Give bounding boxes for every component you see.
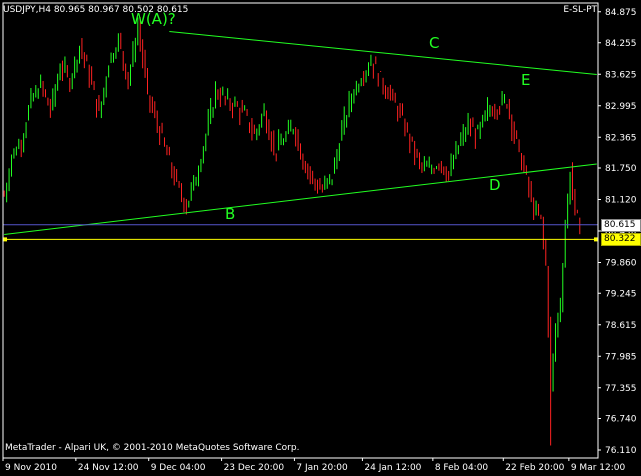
y-tick-label: 82.995 (605, 102, 637, 112)
wave-label-c: C (429, 34, 440, 52)
y-tick-label: 81.120 (605, 196, 637, 206)
x-tick-label: 22 Feb 20:00 (505, 463, 564, 473)
y-tick-label: 83.625 (605, 70, 637, 80)
wave-label-d: D (489, 176, 501, 194)
x-tick-label: 24 Jan 12:00 (364, 463, 421, 473)
x-tick-label: 8 Feb 04:00 (435, 463, 489, 473)
y-tick-label: 78.615 (605, 321, 637, 331)
wave-label-b: B (225, 205, 236, 223)
wave-label-wa: W(A)? (131, 10, 176, 28)
x-tick-label: 7 Jan 20:00 (296, 463, 348, 473)
y-tick-label: 82.365 (605, 133, 637, 143)
y-tick-label: 84.255 (605, 39, 637, 49)
y-tick-label: 79.860 (605, 259, 637, 269)
level-anchor-right (594, 237, 598, 242)
level-anchor-left (3, 237, 7, 242)
price-chart[interactable]: 84.875 84.255 83.625 82.995 82.365 81.750 81.1… (0, 0, 641, 476)
x-tick-label: 9 Mar 12:00 (571, 463, 626, 473)
wave-label-e: E (521, 71, 531, 89)
y-tick-label: 84.875 (605, 8, 637, 18)
copyright-text: MetaTrader - Alpari UK, © 2001-2010 Meta… (5, 443, 300, 453)
y-tick-label: 81.750 (605, 164, 637, 174)
axis-layer: 84.875 84.255 83.625 82.995 82.365 81.750 81.1… (2, 2, 637, 473)
y-tick-label: 76.740 (605, 415, 637, 425)
y-tick-label: 77.355 (605, 384, 637, 394)
y-tick-label: 77.985 (605, 352, 637, 362)
current-price-tag: 80.615 (601, 218, 641, 232)
x-tick-label: 9 Dec 04:00 (151, 463, 206, 473)
trendlines-layer (3, 31, 598, 242)
trendline (169, 31, 597, 75)
level-price-tag[interactable]: 80.322 (601, 233, 641, 247)
y-tick-label: 79.245 (605, 289, 637, 299)
indicator-label: E-SL-PT (563, 5, 597, 15)
candles-layer (3, 17, 581, 446)
x-tick-label: 23 Dec 20:00 (224, 463, 285, 473)
x-tick-label: 24 Nov 12:00 (78, 463, 139, 473)
trendline (4, 163, 597, 235)
y-tick-label: 76.110 (605, 446, 637, 456)
metatrader-chart-window[interactable]: 84.875 84.255 83.625 82.995 82.365 81.750 81.1… (0, 0, 641, 476)
plot-frame (2, 2, 599, 459)
x-tick-label: 9 Nov 2010 (5, 463, 57, 473)
